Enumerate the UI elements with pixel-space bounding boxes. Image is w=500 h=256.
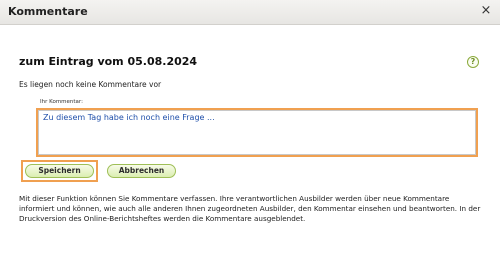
comment-function-description: Mit dieser Funktion können Sie Kommentar… xyxy=(19,194,481,224)
comment-label: Ihr Kommentar: xyxy=(40,99,83,105)
entry-heading: zum Eintrag vom 05.08.2024 xyxy=(19,55,198,68)
dialog-title: Kommentare xyxy=(8,5,88,18)
help-icon[interactable]: ? xyxy=(467,56,479,68)
dialog-titlebar: Kommentare × xyxy=(0,0,500,25)
close-icon[interactable]: × xyxy=(478,3,494,19)
comment-field-highlight: Zu diesem Tag habe ich noch eine Frage .… xyxy=(36,108,478,157)
cancel-button[interactable]: Abbrechen xyxy=(107,164,176,178)
save-button[interactable]: Speichern xyxy=(25,164,94,178)
no-comments-info: Es liegen noch keine Kommentare vor xyxy=(19,80,162,89)
comment-textarea[interactable]: Zu diesem Tag habe ich noch eine Frage .… xyxy=(38,110,476,155)
